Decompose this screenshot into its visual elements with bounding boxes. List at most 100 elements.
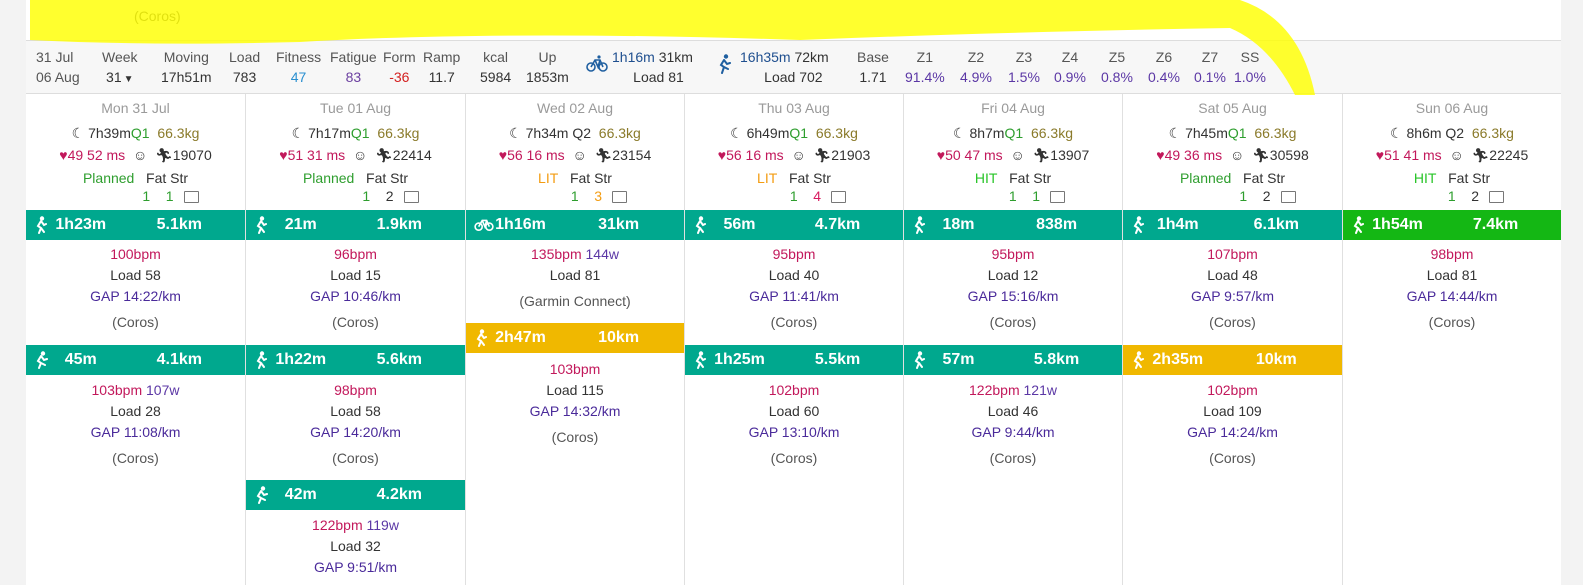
form-value: -36 — [389, 69, 410, 85]
plan-row: Planned Fat Str — [26, 170, 245, 186]
plan-row: HIT Fat Str — [904, 170, 1122, 186]
activity-header-run[interactable]: 18m 838m — [904, 210, 1122, 240]
activity-gap: GAP 13:10/km — [748, 424, 840, 440]
day-column-mon[interactable]: Mon 31 Jul ☾ 7h39mQ1 66.3kg ♥49 52 ms ☺ … — [26, 94, 246, 585]
activity-header-run[interactable]: 57m 5.8km — [904, 345, 1122, 375]
comment-icon[interactable] — [1489, 191, 1505, 204]
fitness-value: 47 — [290, 69, 307, 85]
activity-header-run[interactable]: 45m 4.1km — [26, 345, 245, 375]
activity-duration: 1h54m — [1372, 216, 1423, 233]
activity-header-run[interactable]: 1h22m 5.6km — [246, 345, 465, 375]
run-load: Load 702 — [764, 69, 823, 85]
wellness-sleep-row: ☾ 8h7mQ1 66.3kg — [904, 125, 1122, 142]
str-value: 2 — [1471, 188, 1480, 204]
plan-row: Planned Fat Str — [246, 170, 465, 186]
activity-source: (Coros) — [332, 450, 379, 466]
activity-duration: 2h47m — [495, 329, 546, 346]
hrv: 31 ms — [307, 147, 346, 163]
fat-str-values: 1 1 — [928, 188, 1146, 204]
fat-label: Fat — [1009, 170, 1030, 186]
run-distance: 72km — [794, 49, 829, 65]
wellness-hr-row: ♥51 31 ms ☺ 🏃︎22414 — [246, 147, 465, 164]
ramp-value: 11.7 — [428, 69, 455, 85]
plan-row: LIT Fat Str — [466, 170, 684, 186]
zone-value: 1.0% — [1234, 69, 1266, 85]
right-scrollbar-area[interactable] — [1561, 0, 1583, 585]
day-column-fri[interactable]: Fri 04 Aug ☾ 8h7mQ1 66.3kg ♥50 47 ms ☺ 🏃… — [904, 94, 1123, 585]
sleep-quality: Q1 — [1004, 125, 1024, 141]
comment-icon[interactable] — [612, 191, 628, 204]
activity-header-run[interactable]: 1h23m 5.1km — [26, 210, 245, 240]
activity-distance: 5.6km — [376, 351, 422, 368]
moon-icon: ☾ — [1168, 125, 1182, 141]
activity-hr: 95bpm — [991, 246, 1035, 262]
comment-icon[interactable] — [1280, 191, 1296, 204]
activity-header-run[interactable]: 1h54m 7.4km — [1343, 210, 1561, 240]
moon-icon: ☾ — [71, 125, 85, 141]
activity-header-run[interactable]: 42m 4.2km — [246, 480, 465, 510]
calendar-week-grid: Mon 31 Jul ☾ 7h39mQ1 66.3kg ♥49 52 ms ☺ … — [26, 94, 1561, 585]
activity-header-run[interactable]: 1h25m 5.5km — [685, 345, 903, 375]
zone-value: 1.5% — [1008, 69, 1040, 85]
day-column-sat[interactable]: Sat 05 Aug ☾ 7h45mQ1 66.3kg ♥49 36 ms ☺ … — [1123, 94, 1343, 585]
heart-icon: ♥ — [498, 147, 508, 163]
str-label: Str — [813, 170, 831, 186]
zone-z2: Z2 4.9% — [960, 47, 992, 87]
comment-icon[interactable] — [1050, 191, 1066, 204]
activity-load: Load 81 — [549, 267, 601, 283]
activity-distance: 10km — [1255, 351, 1297, 368]
activity-header-walk[interactable]: 2h47m 10km — [466, 323, 684, 353]
activity-header-run[interactable]: 21m 1.9km — [246, 210, 465, 240]
comment-icon[interactable] — [183, 191, 199, 204]
week-label: Week — [102, 49, 138, 65]
wellness-hr-row: ♥51 41 ms ☺ 🏃︎22245 — [1343, 147, 1561, 164]
activity-gap: GAP 14:32/km — [529, 403, 621, 419]
week-selector[interactable]: Week 31 ▼ — [102, 47, 138, 90]
hrv: 16 ms — [745, 147, 784, 163]
day-column-tue[interactable]: Tue 01 Aug ☾ 7h17mQ1 66.3kg ♥51 31 ms ☺ … — [246, 94, 466, 585]
steps: 30598 — [1269, 147, 1309, 163]
activity-load: Load 109 — [1203, 403, 1262, 419]
activity-power: 107w — [146, 382, 180, 398]
comment-icon[interactable] — [403, 191, 419, 204]
activity-header-walk[interactable]: 2h35m 10km — [1123, 345, 1342, 375]
steps-icon: 🏃︎ — [1471, 147, 1490, 163]
steps: 23154 — [612, 147, 652, 163]
day-column-sun[interactable]: Sun 06 Aug ☾ 8h6m Q2 66.3kg ♥51 41 ms ☺ … — [1343, 94, 1561, 585]
activity-load: Load 28 — [110, 403, 161, 419]
zone-label: SS — [1240, 49, 1260, 65]
steps: 19070 — [172, 147, 212, 163]
fat-label: Fat — [569, 170, 591, 186]
activity-header-ride[interactable]: 1h16m 31km — [466, 210, 684, 240]
zone-label: Z2 — [967, 49, 985, 65]
kcal-stat: kcal 5984 — [480, 47, 511, 87]
run-time: 16h35m — [740, 49, 791, 65]
zone-z3: Z3 1.5% — [1008, 47, 1040, 87]
activity-hr-power: 122bpm 121w — [904, 382, 1122, 398]
fat-label: Fat — [1448, 170, 1469, 186]
activity-hr: 135bpm — [531, 246, 582, 262]
wellness-hr-row: ♥49 52 ms ☺ 🏃︎19070 — [26, 147, 245, 164]
activity-hr: 98bpm — [334, 382, 377, 398]
steps-icon: 🏃︎ — [1032, 147, 1051, 163]
activity-source: (Coros) — [551, 429, 599, 445]
activity-duration: 42m — [284, 486, 317, 503]
caret-down-icon[interactable]: ▼ — [124, 74, 134, 85]
weight: 66.3kg — [1030, 125, 1073, 141]
smiley-icon: ☺ — [1010, 147, 1025, 163]
moving-label: Moving — [163, 49, 209, 65]
activity-duration: 45m — [64, 351, 97, 368]
activity-power: 144w — [585, 246, 619, 262]
activity-header-run[interactable]: 56m 4.7km — [685, 210, 903, 240]
activity-header-run[interactable]: 1h4m 6.1km — [1123, 210, 1342, 240]
day-column-thu[interactable]: Thu 03 Aug ☾ 6h49mQ1 66.3kg ♥56 16 ms ☺ … — [685, 94, 904, 585]
ramp-label: Ramp — [423, 49, 461, 65]
day-header: Sat 05 Aug — [1198, 100, 1267, 116]
comment-icon[interactable] — [831, 191, 847, 204]
activity-source: (Coros) — [770, 450, 818, 466]
zone-z7: Z7 0.1% — [1194, 47, 1226, 87]
weight: 66.3kg — [815, 125, 858, 141]
activity-gap: GAP 11:41/km — [749, 288, 839, 304]
day-column-wed[interactable]: Wed 02 Aug ☾ 7h34m Q2 66.3kg ♥56 16 ms ☺… — [466, 94, 685, 585]
wellness-hr-row: ♥49 36 ms ☺ 🏃︎30598 — [1123, 147, 1342, 164]
